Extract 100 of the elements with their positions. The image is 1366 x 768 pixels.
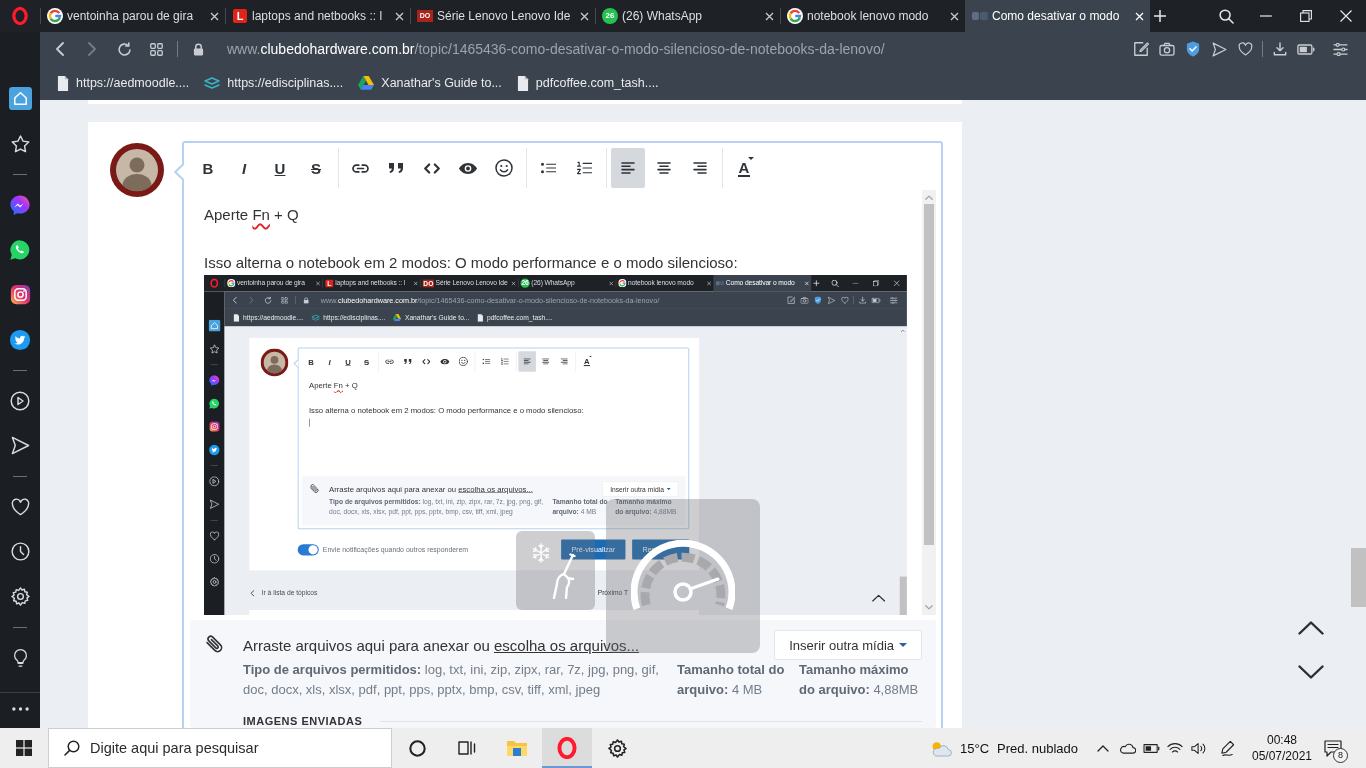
temperature-text: 15°C [960, 740, 990, 756]
light-bulb-icon[interactable] [12, 647, 28, 668]
search-field[interactable]: Digite aqui para pesquisar [48, 728, 392, 768]
chat-bubble-icon[interactable] [208, 374, 220, 386]
close-icon[interactable] [950, 11, 959, 21]
four-panes-icon[interactable] [16, 740, 32, 756]
ring-logo-icon [557, 737, 577, 759]
document-icon [57, 75, 69, 91]
shield-icon[interactable] [1186, 41, 1200, 57]
avatar-icon [110, 143, 164, 197]
phone-bubble-icon[interactable] [9, 238, 31, 261]
triangle-logo-icon [393, 314, 402, 322]
paragraph-text: Aperte Fn + Q [204, 205, 300, 225]
scrollbar-thumb[interactable] [1351, 548, 1366, 607]
chevron-up-icon[interactable] [1298, 621, 1324, 635]
notify-toggle[interactable] [297, 543, 319, 556]
camera-icon[interactable] [208, 421, 220, 432]
battery-icon[interactable] [1297, 43, 1315, 55]
play-icon[interactable] [10, 390, 30, 411]
letter-tile-icon: L [233, 9, 247, 23]
back-icon[interactable] [56, 42, 64, 56]
logo-icon[interactable] [12, 7, 28, 25]
underline-button[interactable]: U [263, 148, 297, 188]
link-icon [351, 163, 369, 173]
sliders-icon[interactable] [1332, 42, 1348, 56]
wifi-icon[interactable] [1167, 741, 1183, 755]
bird-icon[interactable] [208, 444, 220, 456]
close-icon[interactable] [765, 11, 774, 21]
strikethrough-button[interactable]: S [299, 148, 333, 188]
bookmark-item[interactable]: Xanathar's Guide to... [358, 76, 502, 90]
close-icon[interactable] [580, 11, 589, 21]
notification-icon[interactable] [1324, 739, 1342, 757]
cloud-icon[interactable] [1118, 742, 1136, 754]
numbered-list-icon [576, 161, 592, 175]
scrollbar-thumb[interactable] [924, 204, 934, 546]
weather-text: Pred. nublado [997, 740, 1078, 756]
home-icon[interactable] [208, 319, 221, 332]
colored-ring-icon [47, 8, 63, 24]
insert-media-button[interactable]: Inserir outra mídia [774, 630, 922, 660]
clock-icon[interactable] [10, 542, 30, 561]
section-heading: IMAGENS ENVIADAS [243, 714, 363, 728]
task-view-icon [458, 740, 476, 756]
search-icon [64, 740, 80, 756]
close-icon[interactable] [1340, 10, 1352, 22]
code-icon [424, 162, 440, 174]
choose-files-link[interactable]: escolha os arquivos... [494, 636, 640, 654]
speaker-icon[interactable] [1191, 741, 1207, 755]
notification-badge: 8 [1333, 748, 1348, 763]
quote-icon [403, 358, 412, 365]
send-icon[interactable] [10, 436, 30, 455]
battery-icon[interactable] [1142, 743, 1160, 753]
gear-icon[interactable] [10, 587, 30, 606]
home-icon[interactable] [8, 87, 32, 110]
chat-bubble-icon[interactable] [9, 193, 31, 216]
smiley-icon [495, 159, 513, 177]
folder-icon [506, 739, 528, 757]
chevron-down-icon[interactable] [1298, 665, 1324, 679]
ring-icon [408, 739, 426, 757]
heart-icon[interactable] [1237, 42, 1253, 56]
bookmark-item[interactable]: https://aedmoodle.... [57, 75, 190, 91]
close-icon[interactable] [210, 11, 219, 21]
site-icon [716, 280, 725, 286]
restore-icon[interactable] [1300, 10, 1312, 22]
text-color-button[interactable]: A [727, 148, 761, 188]
close-icon[interactable] [395, 11, 404, 21]
caret-down-icon [899, 643, 907, 647]
send-icon[interactable] [1211, 41, 1227, 57]
colored-ring-icon [787, 8, 803, 24]
total-size-text: Tamanho total do arquivo: 4 MB [677, 661, 785, 699]
caret-down-icon [748, 157, 754, 160]
phone-bubble-icon[interactable] [208, 397, 220, 410]
bookmark-item[interactable]: https://edisciplinas.... [204, 76, 344, 90]
grid-icon[interactable] [149, 42, 163, 56]
paragraph-text: Isso alterna o notebook em 2 modos: O modo performance e o modo silencioso: [204, 253, 739, 273]
pen-icon[interactable] [1219, 739, 1235, 757]
chevron-up-icon[interactable] [1097, 744, 1109, 752]
lock-icon [192, 42, 204, 56]
plus-icon[interactable] [1154, 10, 1166, 22]
document-icon [233, 313, 240, 322]
scrollbar-thumb[interactable] [899, 576, 907, 615]
bird-icon[interactable] [9, 328, 31, 351]
align-left-button[interactable] [611, 148, 645, 188]
bold-button[interactable]: B [191, 148, 225, 188]
site-icon [972, 11, 988, 21]
align-left-button[interactable] [518, 351, 536, 372]
camera-icon[interactable] [9, 284, 31, 305]
shield-icon[interactable] [814, 296, 822, 305]
logo-icon[interactable] [210, 278, 219, 288]
heart-icon[interactable] [10, 497, 30, 516]
italic-button[interactable]: I [227, 148, 261, 188]
edit-icon[interactable] [1133, 41, 1149, 57]
download-icon[interactable] [1273, 42, 1287, 56]
star-icon[interactable] [10, 134, 30, 153]
reload-icon[interactable] [116, 41, 132, 57]
camera-icon[interactable] [1159, 42, 1175, 56]
bookmark-item[interactable]: pdfcoffee.com_tash.... [516, 75, 659, 91]
search-icon[interactable] [1218, 8, 1234, 24]
more-icon[interactable] [11, 707, 29, 711]
browser-tab[interactable]: Como desativar o modo [965, 0, 1150, 32]
caret-down-icon [588, 355, 592, 358]
